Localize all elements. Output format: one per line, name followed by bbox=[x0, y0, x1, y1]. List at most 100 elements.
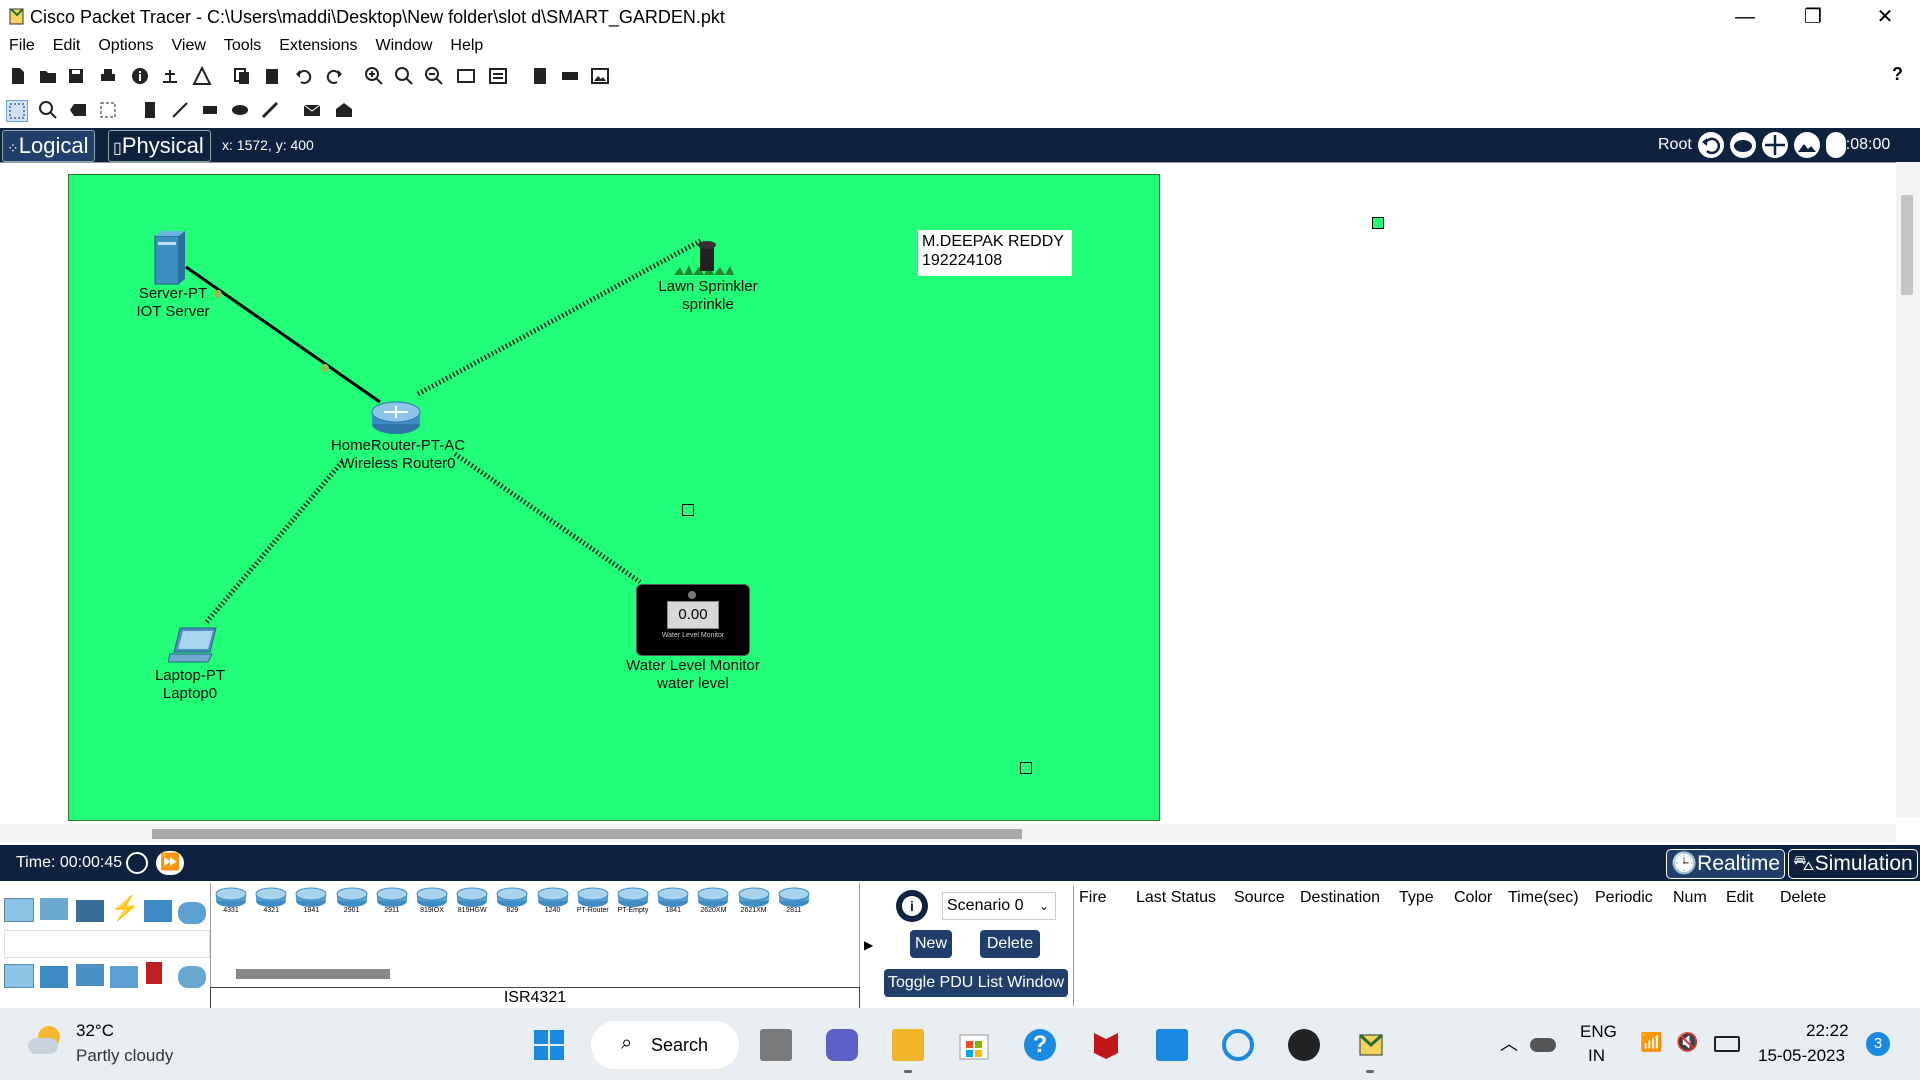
menu-file[interactable]: File bbox=[0, 34, 44, 55]
network-devices-category-icon[interactable] bbox=[4, 898, 34, 922]
model-2901-button[interactable]: 2901 bbox=[335, 886, 369, 918]
zoom-reset-icon[interactable] bbox=[394, 66, 414, 86]
shape-resize-handle[interactable] bbox=[1020, 762, 1032, 774]
fast-forward-icon[interactable]: ⏩ bbox=[156, 851, 184, 875]
hubs-category-icon[interactable] bbox=[76, 964, 104, 986]
select-tool-icon[interactable] bbox=[6, 100, 28, 122]
mcafee-icon[interactable] bbox=[1090, 1029, 1122, 1061]
wifi-icon[interactable]: 📶 bbox=[1640, 1032, 1662, 1053]
packet-tracer-taskbar-icon[interactable] bbox=[1354, 1029, 1386, 1061]
security-category-icon[interactable] bbox=[146, 962, 162, 984]
model-4321-button[interactable]: 4321 bbox=[254, 886, 288, 918]
server-icon[interactable] bbox=[152, 230, 186, 286]
model-pt-empty-button[interactable]: PT-Empty bbox=[616, 886, 650, 918]
clock-date[interactable]: 15-05-2023 bbox=[1758, 1046, 1845, 1066]
drawing-palette-icon[interactable] bbox=[456, 66, 476, 86]
wireless-category-icon[interactable] bbox=[110, 966, 138, 988]
water-level-monitor-device[interactable]: 0.00 Water Level Monitor bbox=[636, 584, 750, 656]
save-icon[interactable] bbox=[66, 66, 86, 86]
onedrive-icon[interactable] bbox=[1530, 1038, 1556, 1052]
draw-rectangle-icon[interactable] bbox=[200, 100, 220, 120]
scenario-info-icon[interactable]: i bbox=[896, 890, 928, 922]
model-2621xm-button[interactable]: 2621XM bbox=[737, 886, 771, 918]
taskbar-search[interactable]: ⌕ Search bbox=[591, 1021, 739, 1069]
canvas-marker[interactable] bbox=[1372, 217, 1384, 229]
menu-view[interactable]: View bbox=[163, 34, 215, 55]
menu-help[interactable]: Help bbox=[441, 34, 492, 55]
weather-icon[interactable] bbox=[28, 1026, 66, 1056]
maximize-button[interactable]: ❐ bbox=[1778, 0, 1848, 34]
print-icon[interactable] bbox=[98, 66, 118, 86]
back-icon[interactable] bbox=[1698, 132, 1724, 158]
model-2911-button[interactable]: 2911 bbox=[375, 886, 409, 918]
draw-line-icon[interactable] bbox=[170, 100, 190, 120]
model-1240-button[interactable]: 1240 bbox=[536, 886, 570, 918]
scenario-select[interactable]: Scenario 0 ⌄ bbox=[942, 892, 1056, 920]
new-scenario-button[interactable]: New bbox=[910, 930, 952, 958]
horizontal-scroll-thumb[interactable] bbox=[152, 829, 1022, 839]
place-note-icon[interactable] bbox=[140, 100, 160, 120]
expand-arrow-icon[interactable]: ▶ bbox=[864, 938, 873, 952]
model-2811-button[interactable]: 2811 bbox=[777, 886, 811, 918]
routers-category-icon[interactable] bbox=[4, 964, 34, 988]
help-app-icon[interactable]: ? bbox=[1024, 1029, 1056, 1061]
complex-pdu-icon[interactable] bbox=[334, 100, 354, 120]
laptop-icon[interactable] bbox=[168, 626, 220, 666]
minimize-button[interactable]: — bbox=[1710, 0, 1780, 34]
inspect-icon[interactable] bbox=[38, 100, 58, 120]
help-button[interactable]: ? bbox=[1892, 64, 1903, 85]
simple-pdu-icon[interactable] bbox=[302, 100, 322, 120]
zoom-in-icon[interactable] bbox=[364, 66, 384, 86]
redo-icon[interactable] bbox=[324, 66, 344, 86]
menu-window[interactable]: Window bbox=[367, 34, 442, 55]
resize-shape-icon[interactable] bbox=[98, 100, 118, 120]
microsoft-store-icon[interactable] bbox=[958, 1029, 990, 1061]
wan-emulation-category-icon[interactable] bbox=[178, 966, 206, 988]
tab-logical[interactable]: ⁘Logical bbox=[2, 130, 96, 162]
draw-ellipse-icon[interactable] bbox=[230, 100, 250, 120]
simulation-mode-button[interactable]: ⛍Simulation bbox=[1788, 849, 1918, 879]
text-note[interactable]: M.DEEPAK REDDY 192224108 bbox=[918, 230, 1072, 276]
components-category-icon[interactable] bbox=[76, 900, 104, 922]
clock-time[interactable]: 22:22 bbox=[1806, 1021, 1849, 1041]
close-button[interactable]: ✕ bbox=[1850, 0, 1920, 34]
switches-category-icon[interactable] bbox=[40, 966, 68, 988]
tab-physical[interactable]: ▯Physical bbox=[108, 130, 211, 162]
language-region[interactable]: IN bbox=[1588, 1046, 1605, 1066]
network-info-icon[interactable] bbox=[160, 66, 180, 86]
copy-icon[interactable] bbox=[232, 66, 252, 86]
model-2620xm-button[interactable]: 2620XM bbox=[696, 886, 730, 918]
vertical-scroll-thumb[interactable] bbox=[1901, 195, 1913, 295]
notepad-icon[interactable] bbox=[1156, 1029, 1188, 1061]
model-829-button[interactable]: 829 bbox=[495, 886, 529, 918]
model-819iox-button[interactable]: 819IOX bbox=[415, 886, 449, 918]
delete-scenario-button[interactable]: Delete bbox=[980, 930, 1040, 958]
chevron-up-icon[interactable]: ︿ bbox=[1500, 1030, 1518, 1056]
background-image-icon[interactable] bbox=[1794, 132, 1820, 158]
app-shortcut-icon[interactable] bbox=[1288, 1029, 1320, 1061]
open-folder-icon[interactable] bbox=[38, 66, 58, 86]
realtime-mode-button[interactable]: 🕒Realtime bbox=[1666, 849, 1786, 879]
wireless-router-icon[interactable] bbox=[370, 398, 422, 436]
task-view-icon[interactable] bbox=[760, 1029, 792, 1061]
cluster-icon[interactable] bbox=[1730, 132, 1756, 158]
language-code[interactable]: ENG bbox=[1580, 1022, 1617, 1042]
teams-chat-icon[interactable] bbox=[826, 1029, 858, 1061]
model-pt-router-button[interactable]: PT-Router bbox=[576, 886, 610, 918]
activity-wizard-icon[interactable] bbox=[192, 65, 212, 86]
end-devices-category-icon[interactable] bbox=[40, 898, 68, 920]
info-icon[interactable] bbox=[130, 66, 150, 86]
menu-extensions[interactable]: Extensions bbox=[270, 34, 366, 55]
paste-icon[interactable] bbox=[262, 66, 282, 86]
freeform-icon[interactable] bbox=[260, 100, 280, 120]
cortana-icon[interactable] bbox=[1222, 1029, 1254, 1061]
volume-muted-icon[interactable]: 🔇 bbox=[1676, 1032, 1698, 1053]
misc-category-icon[interactable] bbox=[144, 900, 172, 922]
shape-resize-handle[interactable] bbox=[682, 504, 694, 516]
windows-start-icon[interactable] bbox=[533, 1029, 565, 1061]
model-1841-button[interactable]: 1841 bbox=[656, 886, 690, 918]
model-1941-button[interactable]: 1941 bbox=[294, 886, 328, 918]
model-list-scroll-thumb[interactable] bbox=[236, 969, 390, 979]
menu-tools[interactable]: Tools bbox=[215, 34, 270, 55]
notification-badge[interactable]: 3 bbox=[1866, 1032, 1890, 1056]
